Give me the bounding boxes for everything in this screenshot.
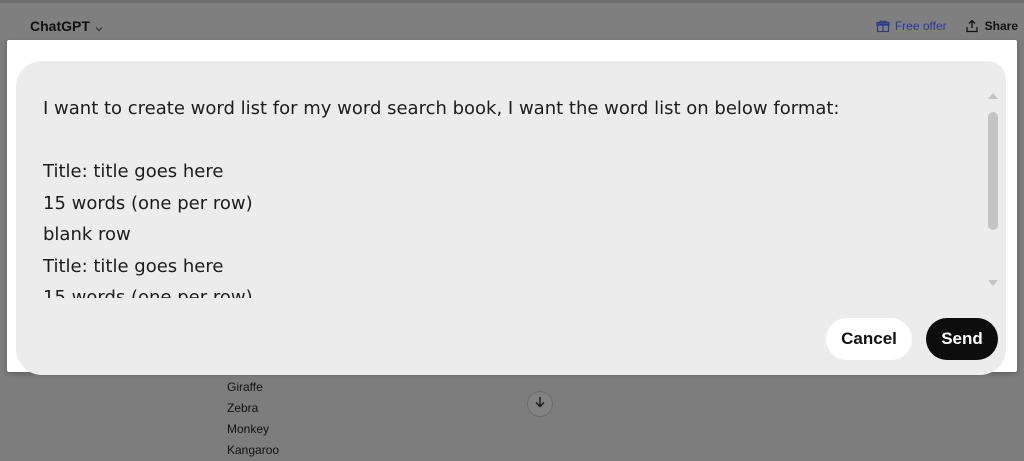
app-title: ChatGPT <box>30 18 90 34</box>
model-selector[interactable]: ChatGPT <box>30 18 104 34</box>
edit-message-modal: I want to create word list for my word s… <box>7 40 1017 375</box>
share-button[interactable]: Share <box>965 19 1018 33</box>
free-offer-label: Free offer <box>894 19 947 33</box>
scrollbar-thumb[interactable] <box>988 112 998 230</box>
scroll-to-bottom-button[interactable] <box>527 391 553 417</box>
free-offer-button[interactable]: Free offer <box>876 19 947 33</box>
message-editor[interactable]: I want to create word list for my word s… <box>16 61 1006 375</box>
background-word-list: Giraffe Zebra Monkey Kangaroo <box>227 377 279 461</box>
top-actions: Free offer Share <box>876 19 1018 33</box>
editor-actions: Cancel Send <box>826 318 998 360</box>
gift-icon <box>876 19 890 33</box>
send-button[interactable]: Send <box>926 318 998 360</box>
message-text-input[interactable]: I want to create word list for my word s… <box>43 93 973 298</box>
arrow-down-icon <box>533 395 547 414</box>
list-item: Zebra <box>227 401 259 415</box>
cancel-button[interactable]: Cancel <box>826 318 912 360</box>
scroll-up-arrow-icon[interactable] <box>988 93 998 99</box>
top-bar: ChatGPT Free offer Share <box>0 0 1024 40</box>
list-item: Monkey <box>227 422 270 436</box>
list-item: Giraffe <box>227 380 263 394</box>
share-label: Share <box>984 19 1018 33</box>
list-item: Kangaroo <box>227 443 280 457</box>
share-icon <box>965 19 979 33</box>
editor-scrollbar[interactable] <box>984 91 1002 291</box>
chevron-down-icon <box>94 21 104 32</box>
scroll-down-arrow-icon[interactable] <box>988 280 998 286</box>
